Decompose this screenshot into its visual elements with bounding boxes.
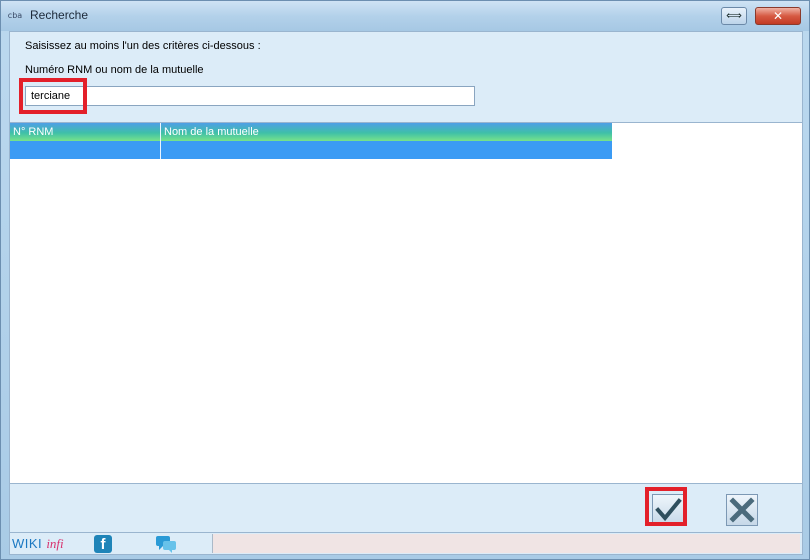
dialog-content: Saisissez au moins l'un des critères ci-… bbox=[9, 31, 803, 555]
criteria-instruction: Saisissez au moins l'un des critères ci-… bbox=[25, 40, 261, 52]
search-input[interactable] bbox=[25, 86, 475, 106]
column-header-nom[interactable]: Nom de la mutuelle bbox=[161, 123, 612, 141]
footer-bar: WIKI infi f bbox=[10, 532, 802, 554]
table-row[interactable] bbox=[10, 141, 612, 159]
app-icon: cba bbox=[7, 11, 23, 20]
restore-icon: ⟺ bbox=[726, 9, 742, 22]
column-header-rnm[interactable]: N° RNM bbox=[10, 123, 161, 141]
wikiinfi-link[interactable]: WIKI infi bbox=[12, 536, 64, 553]
wiki-logo-part2: infi bbox=[46, 536, 64, 551]
window-title: Recherche bbox=[30, 8, 89, 22]
close-icon: ✕ bbox=[772, 9, 784, 23]
validate-button[interactable] bbox=[652, 494, 684, 526]
search-field-label: Numéro RNM ou nom de la mutuelle bbox=[25, 64, 204, 76]
button-bar bbox=[10, 484, 802, 532]
search-dialog: cba Recherche ⟺ ✕ Saisissez au moins l'u… bbox=[0, 0, 810, 560]
cancel-button[interactable] bbox=[726, 494, 758, 526]
close-window-button[interactable]: ✕ bbox=[755, 7, 801, 25]
results-grid[interactable]: N° RNM Nom de la mutuelle bbox=[10, 122, 802, 484]
restore-button[interactable]: ⟺ bbox=[721, 7, 747, 25]
cell-nom[interactable] bbox=[161, 141, 612, 159]
wiki-logo-part1: WIKI bbox=[12, 536, 43, 551]
check-icon bbox=[655, 498, 682, 522]
cell-rnm[interactable] bbox=[10, 141, 161, 159]
grid-header: N° RNM Nom de la mutuelle bbox=[10, 123, 612, 141]
status-field bbox=[212, 534, 800, 553]
title-bar[interactable]: cba Recherche ⟺ ✕ bbox=[1, 1, 809, 31]
close-x-icon bbox=[729, 497, 755, 523]
facebook-icon[interactable]: f bbox=[94, 535, 112, 553]
chat-icon[interactable] bbox=[155, 535, 177, 553]
